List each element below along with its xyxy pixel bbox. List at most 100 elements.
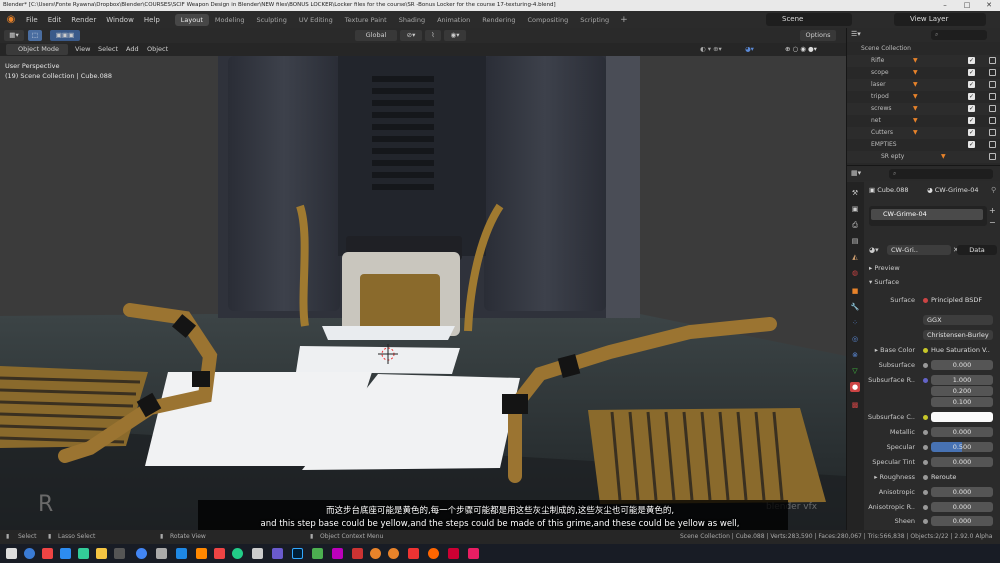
menu-select[interactable]: Select [98,44,118,55]
tab-animation[interactable]: Animation [431,14,476,26]
shader-field[interactable]: Principled BSDF [931,296,982,304]
tab-layout[interactable]: Layout [174,13,209,26]
blender-taskbar-icon[interactable] [388,548,399,559]
app-icon[interactable] [468,548,479,559]
material-name-field[interactable]: CW-Gri.. [887,245,951,255]
metallic-field[interactable]: 0.000 [931,427,993,437]
outliner-root[interactable]: Scene Collection [847,43,1000,55]
shading-mode-icons[interactable]: ⊕ ○ ◉ ●▾ [785,44,841,55]
app-icon[interactable] [176,548,187,559]
render-tab-icon[interactable]: ▣ [850,204,860,214]
visibility-checkbox[interactable]: ✓ [968,129,975,136]
material-browse-icon[interactable]: ◕▾ [869,246,879,254]
menu-window[interactable]: Window [101,16,139,24]
menu-file[interactable]: File [21,16,43,24]
menu-edit[interactable]: Edit [43,16,67,24]
visibility-icons[interactable]: ◐ ▾ ⊕▾ [700,44,740,55]
outliner-item[interactable]: scope ▼ ✓ [847,67,1000,79]
subsurface-radius-y[interactable]: 0.200 [931,386,993,396]
tab-sculpting[interactable]: Sculpting [250,14,292,26]
app-icon[interactable] [78,548,89,559]
sheen-field[interactable]: 0.000 [931,516,993,526]
properties-type-icon[interactable]: ▦▾ [851,169,861,177]
maximize-icon[interactable]: □ [956,0,978,11]
menu-object[interactable]: Object [147,44,168,55]
properties-search-input[interactable]: ⌕ [889,169,993,179]
visibility-checkbox[interactable]: ✓ [968,105,975,112]
subsurface-radius-z[interactable]: 0.100 [931,397,993,407]
camera-icon[interactable] [989,57,996,64]
subsurface-method-dropdown[interactable]: Christensen-Burley [923,330,993,340]
subsurface-color-swatch[interactable] [931,412,993,422]
outliner-item[interactable]: EMPTIES ✓ [847,139,1000,151]
firefox-icon[interactable] [428,548,439,559]
camera-icon[interactable] [989,129,996,136]
visibility-checkbox[interactable]: ✓ [968,117,975,124]
app-icon[interactable] [332,548,343,559]
specular-slider[interactable]: 0.500 [931,442,993,452]
slot-add-icon[interactable]: + [989,206,996,216]
blender-logo-icon[interactable]: ◉ [4,13,18,27]
camera-icon[interactable] [989,105,996,112]
app-icon[interactable] [252,548,263,559]
camera-icon[interactable] [989,153,996,160]
roughness-link[interactable]: Reroute [931,473,956,481]
anisotropic-rotation-field[interactable]: 0.000 [931,502,993,512]
pin-icon[interactable]: ⚲ [991,186,996,194]
link-data-dropdown[interactable]: Data [957,245,997,255]
visibility-checkbox[interactable]: ✓ [968,141,975,148]
outliner-item[interactable]: Cutters ▼ ✓ [847,127,1000,139]
surface-panel-header[interactable]: ▾ Surface [869,278,899,286]
modifier-tab-icon[interactable]: 🔧 [850,302,860,312]
subsurface-radius-x[interactable]: 1.000 [931,375,993,385]
app-icon[interactable] [232,548,243,559]
camera-icon[interactable] [989,141,996,148]
camera-icon[interactable] [989,81,996,88]
app-icon[interactable] [272,548,283,559]
outliner-item[interactable]: tripod ▼ ✓ [847,91,1000,103]
app-icon[interactable] [448,548,459,559]
camera-icon[interactable] [989,93,996,100]
outliner-item[interactable]: screws ▼ ✓ [847,103,1000,115]
slot-remove-icon[interactable]: − [989,218,996,228]
app-icon[interactable] [312,548,323,559]
physics-tab-icon[interactable]: ◎ [850,334,860,344]
app-icon[interactable] [114,548,125,559]
pivot-icon[interactable]: ⊘▾ [400,30,422,41]
outliner-search-input[interactable]: ⌕ [931,30,987,40]
app-icon[interactable] [352,548,363,559]
editor-type-button[interactable]: ▦▾ [4,30,24,41]
select-tool-icon[interactable]: ⬚ [28,30,42,41]
tab-compositing[interactable]: Compositing [521,14,574,26]
snap-icon[interactable]: ⌇ [425,30,441,41]
vlc-icon[interactable] [196,548,207,559]
tab-texture-paint[interactable]: Texture Paint [339,14,393,26]
minimize-icon[interactable]: – [934,0,956,11]
scene-tab-icon[interactable]: ◭ [850,252,860,262]
3d-viewport[interactable]: R User Perspective (19) Scene Collection… [0,56,846,530]
menu-render[interactable]: Render [66,16,101,24]
close-icon[interactable]: ✕ [978,0,1000,11]
menu-add[interactable]: Add [126,44,139,55]
tab-rendering[interactable]: Rendering [476,14,521,26]
output-tab-icon[interactable]: ⎙ [850,220,860,230]
visibility-checkbox[interactable]: ✓ [968,81,975,88]
scene-selector[interactable]: Scene [766,13,852,26]
outliner-item[interactable]: SR epty ▼ [847,151,1000,163]
base-color-link[interactable]: Hue Saturation V.. [931,346,990,354]
distribution-dropdown[interactable]: GGX [923,315,993,325]
photoshop-icon[interactable] [292,548,303,559]
menu-view[interactable]: View [75,44,90,55]
add-workspace-icon[interactable]: + [615,15,633,25]
app-icon[interactable] [408,548,419,559]
visibility-checkbox[interactable]: ✓ [968,69,975,76]
specular-tint-field[interactable]: 0.000 [931,457,993,467]
visibility-checkbox[interactable]: ✓ [968,57,975,64]
material-slot-item[interactable]: CW-Grime-04 [871,209,983,220]
proportional-edit-icon[interactable]: ◉▾ [444,30,466,41]
base-color-label[interactable]: ▸ Base Color [867,346,915,354]
view-layer-tab-icon[interactable]: ▤ [850,236,860,246]
app-icon[interactable] [214,548,225,559]
roughness-label[interactable]: ▸ Roughness [859,473,915,481]
transform-orientation[interactable]: Global [355,30,397,41]
